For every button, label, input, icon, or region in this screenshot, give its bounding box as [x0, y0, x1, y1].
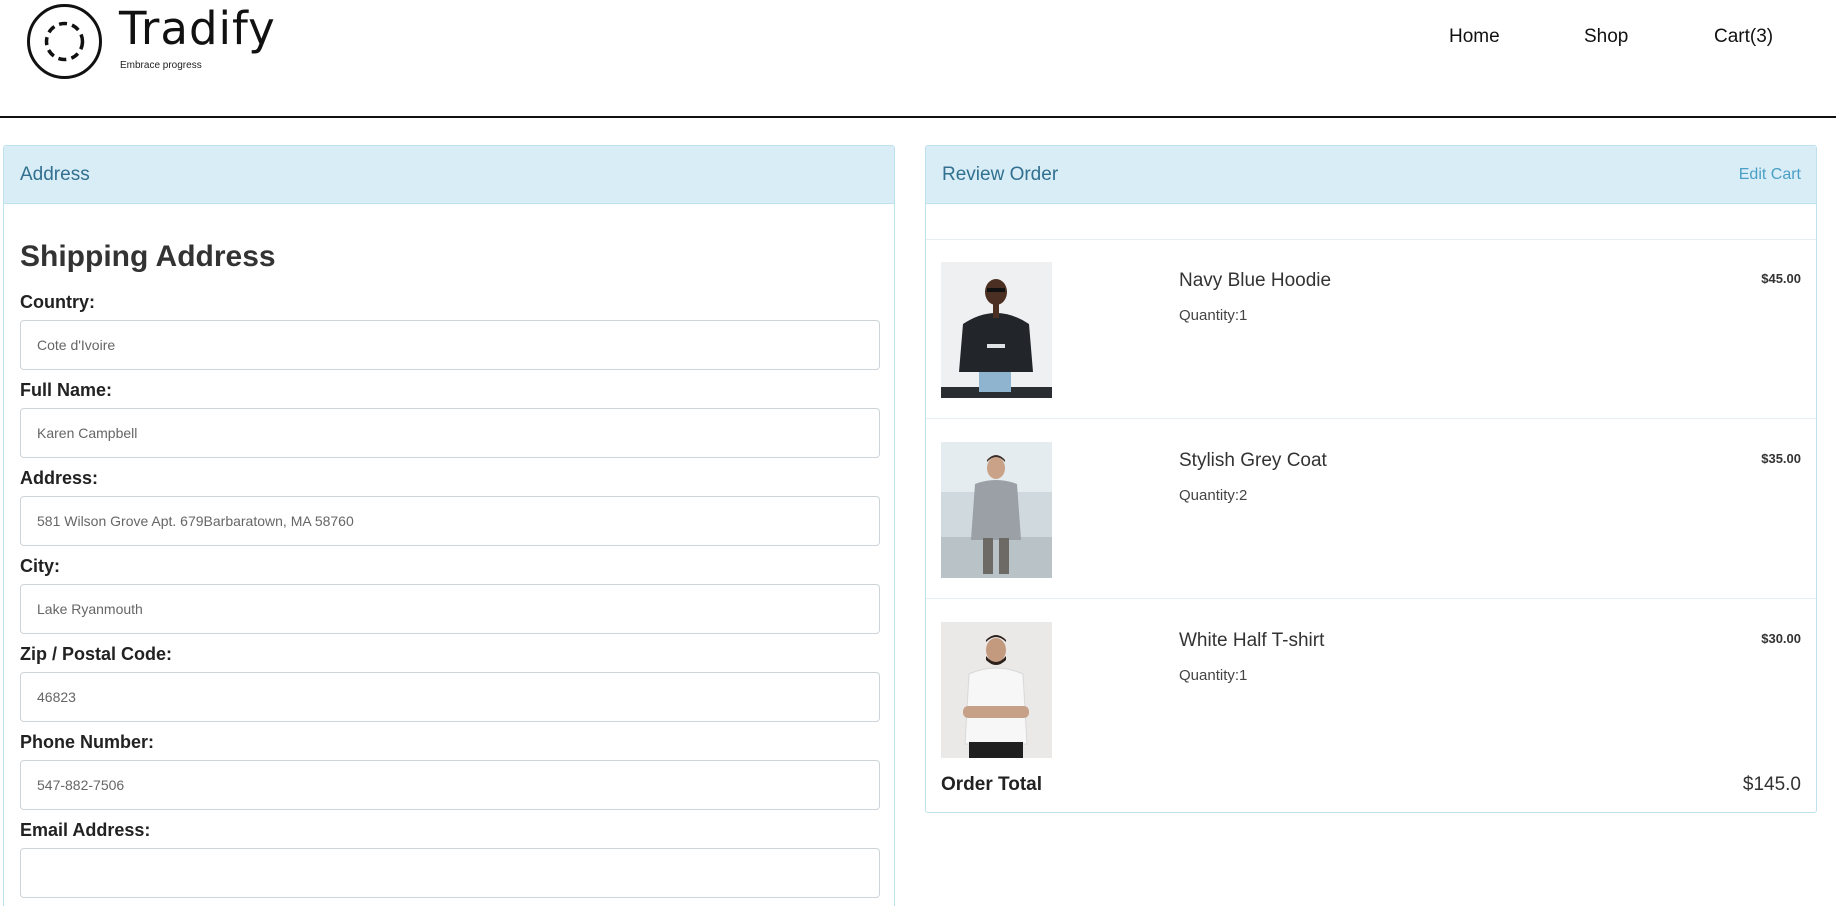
address-card-title: Address [20, 164, 90, 185]
nav-shop-link[interactable]: Shop [1584, 26, 1628, 48]
item-name[interactable]: White Half T-shirt [1179, 630, 1324, 652]
item-price: $30.00 [1761, 631, 1801, 646]
country-input[interactable] [20, 320, 880, 370]
review-order-card: Review Order Edit Cart Navy Blue Hoodie … [925, 145, 1817, 813]
brand-tagline: Embrace progress [120, 60, 202, 71]
address-label: Address: [20, 468, 99, 488]
item-quantity: Quantity:1 [1179, 667, 1248, 684]
divider [926, 598, 1816, 599]
city-input[interactable] [20, 584, 880, 634]
nav-home-link[interactable]: Home [1449, 26, 1500, 48]
review-order-title: Review Order [942, 164, 1059, 185]
review-order-header: Review Order Edit Cart [926, 146, 1816, 204]
coat-product-image[interactable] [941, 442, 1052, 578]
order-total-label: Order Total [941, 774, 1042, 795]
country-label: Country: [20, 292, 95, 312]
address-card-header: Address [4, 146, 894, 204]
zip-input[interactable] [20, 672, 880, 722]
phone-label: Phone Number: [20, 732, 155, 752]
address-card: Address Shipping Address Country: Full N… [3, 145, 895, 906]
item-quantity: Quantity:1 [1179, 307, 1248, 324]
city-label: City: [20, 556, 60, 576]
site-header: Tradify Embrace progress Home Shop Cart(… [0, 0, 1836, 118]
brand-logo-icon[interactable] [27, 4, 102, 79]
tshirt-product-image[interactable] [941, 622, 1052, 758]
item-quantity: Quantity:2 [1179, 487, 1248, 504]
divider [926, 418, 1816, 419]
email-input[interactable] [20, 848, 880, 898]
hoodie-product-image[interactable] [941, 262, 1052, 398]
full-name-input[interactable] [20, 408, 880, 458]
item-name[interactable]: Navy Blue Hoodie [1179, 270, 1331, 292]
email-label: Email Address: [20, 820, 151, 840]
full-name-label: Full Name: [20, 380, 113, 400]
item-name[interactable]: Stylish Grey Coat [1179, 450, 1327, 472]
shipping-address-heading: Shipping Address [20, 240, 276, 273]
zip-label: Zip / Postal Code: [20, 644, 173, 664]
nav-cart-link[interactable]: Cart(3) [1714, 26, 1773, 48]
item-price: $45.00 [1761, 271, 1801, 286]
item-price: $35.00 [1761, 451, 1801, 466]
divider [926, 239, 1816, 240]
order-total-value: $145.0 [1742, 774, 1801, 795]
phone-input[interactable] [20, 760, 880, 810]
edit-cart-link[interactable]: Edit Cart [1739, 166, 1801, 184]
address-input[interactable] [20, 496, 880, 546]
brand-name[interactable]: Tradify [119, 2, 276, 55]
